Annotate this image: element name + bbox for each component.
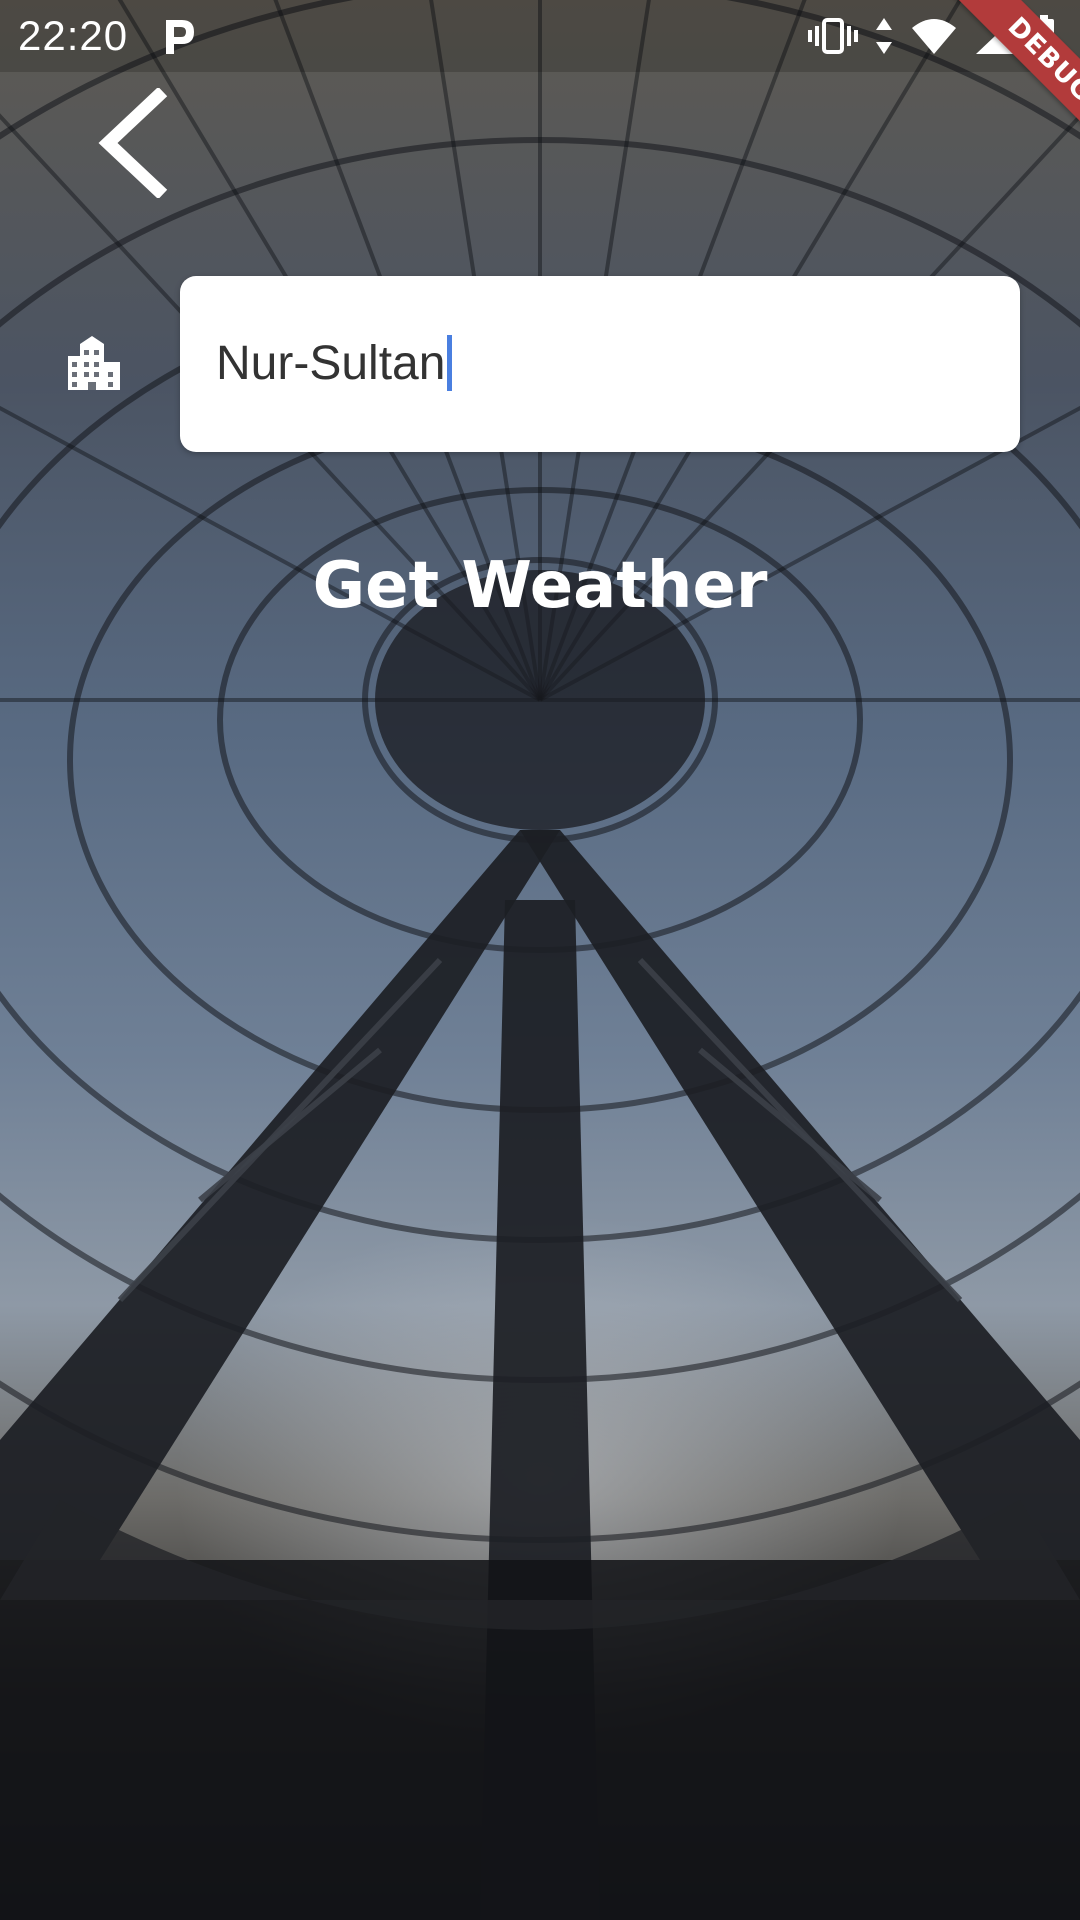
- status-bar: 22:20: [0, 0, 1080, 72]
- data-arrows-icon: [876, 18, 892, 54]
- chevron-left-icon: [98, 86, 168, 200]
- text-cursor: [447, 335, 453, 392]
- parking-p-icon: [166, 20, 194, 54]
- wifi-icon: [912, 19, 956, 54]
- weather-search-screen: 22:20 DEBUG Nur-Sultan Get Weather: [0, 0, 1080, 1920]
- vibrate-icon: [808, 18, 858, 54]
- city-search-input[interactable]: Nur-Sultan: [180, 276, 1020, 452]
- back-button[interactable]: [90, 86, 180, 200]
- city-input-text: Nur-Sultan: [216, 337, 446, 390]
- status-time: 22:20: [18, 12, 129, 59]
- city-input-value[interactable]: Nur-Sultan: [216, 334, 453, 394]
- city-buildings-icon: [68, 336, 120, 390]
- get-weather-button[interactable]: Get Weather: [0, 550, 1080, 622]
